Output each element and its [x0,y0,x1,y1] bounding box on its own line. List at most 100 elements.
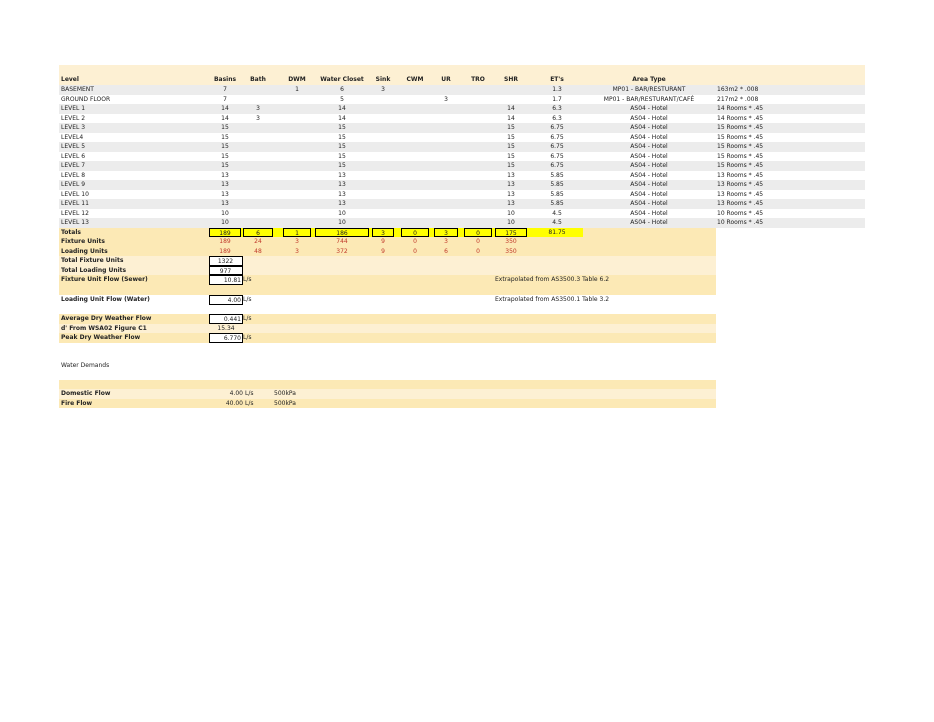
table-cell[interactable]: 10 Rooms * .45 [717,209,857,219]
column-header[interactable]: DWM [283,65,311,85]
table-cell[interactable] [283,171,311,181]
table-cell[interactable] [283,199,311,209]
summary-note[interactable]: Extrapolated from AS3500.3 Table 6.2 [495,275,715,295]
summary-label[interactable]: d' From WSA02 Figure C1 [61,324,206,334]
table-cell[interactable] [283,209,311,219]
summary-note[interactable]: Extrapolated from AS3500.1 Table 3.2 [495,295,715,314]
table-cell[interactable] [243,190,273,200]
table-cell[interactable] [464,190,492,200]
table-cell[interactable]: 13 [209,171,241,181]
column-header[interactable]: SHR [495,65,527,85]
table-cell[interactable]: 10 [315,218,369,228]
row-level[interactable]: LEVEL 10 [61,190,206,200]
row-label[interactable]: Fixture Units [61,237,206,247]
loading-unit-cell[interactable]: 9 [372,247,394,257]
table-cell[interactable]: 13 [495,171,527,181]
table-cell[interactable] [464,209,492,219]
table-cell[interactable]: 14 [315,104,369,114]
table-cell[interactable] [401,161,429,171]
row-level[interactable]: LEVEL 7 [61,161,206,171]
table-cell[interactable]: 5.85 [537,180,577,190]
fixture-unit-cell[interactable]: 0 [401,237,429,247]
table-cell[interactable] [283,142,311,152]
table-cell[interactable] [283,104,311,114]
summary-label[interactable]: Total Fixture Units [61,256,206,266]
table-cell[interactable] [464,171,492,181]
table-cell[interactable] [372,209,394,219]
table-cell[interactable]: 163m2 * .008 [717,85,857,95]
summary-value[interactable]: 6.770 [209,333,243,343]
column-header[interactable]: ET's [537,65,577,85]
table-cell[interactable]: 3 [243,114,273,124]
table-cell[interactable] [372,218,394,228]
column-header[interactable]: TRO [464,65,492,85]
table-cell[interactable]: 3 [243,104,273,114]
table-cell[interactable] [464,133,492,143]
table-cell[interactable]: 15 [315,123,369,133]
totals-cell[interactable]: 189 [209,227,241,237]
totals-label[interactable]: Totals [61,228,206,238]
fixture-unit-cell[interactable]: 3 [283,237,311,247]
table-cell[interactable]: 4.5 [537,218,577,228]
table-cell[interactable]: 6 [315,85,369,95]
row-level[interactable]: LEVEL 3 [61,123,206,133]
table-cell[interactable] [464,114,492,124]
table-cell[interactable] [372,123,394,133]
table-cell[interactable] [401,104,429,114]
table-cell[interactable]: 10 [495,218,527,228]
table-cell[interactable] [372,104,394,114]
demand-pressure[interactable]: 500kPa [274,389,314,399]
table-cell[interactable]: 13 Rooms * .45 [717,199,857,209]
column-header[interactable]: Sink [372,65,394,85]
row-level[interactable]: LEVEL4 [61,133,206,143]
table-cell[interactable] [243,209,273,219]
table-cell[interactable]: 13 [209,199,241,209]
summary-unit[interactable]: L/s [243,295,263,314]
table-cell[interactable] [464,161,492,171]
table-cell[interactable]: 5.85 [537,199,577,209]
table-cell[interactable]: 13 [495,199,527,209]
table-cell[interactable] [401,123,429,133]
table-cell[interactable] [401,85,429,95]
table-cell[interactable]: AS04 - Hotel [589,209,709,219]
table-cell[interactable]: 13 Rooms * .45 [717,180,857,190]
table-cell[interactable] [401,95,429,105]
table-cell[interactable] [372,180,394,190]
table-cell[interactable]: AS04 - Hotel [589,199,709,209]
column-header[interactable]: CWM [401,65,429,85]
table-cell[interactable]: 14 [209,114,241,124]
table-cell[interactable]: 13 [315,171,369,181]
table-cell[interactable]: 1.7 [537,95,577,105]
summary-value[interactable]: 15.34 [209,324,243,334]
table-cell[interactable] [464,199,492,209]
table-cell[interactable]: AS04 - Hotel [589,218,709,228]
table-cell[interactable] [434,209,458,219]
row-level[interactable]: GROUND FLOOR [61,95,206,105]
totals-cell[interactable]: 0 [464,227,492,237]
summary-label[interactable]: Peak Dry Weather Flow [61,333,206,343]
table-cell[interactable] [434,190,458,200]
fixture-unit-cell[interactable]: 9 [372,237,394,247]
table-cell[interactable] [283,180,311,190]
table-cell[interactable] [372,152,394,162]
row-level[interactable]: LEVEL 5 [61,142,206,152]
table-cell[interactable] [434,152,458,162]
table-cell[interactable] [401,199,429,209]
summary-unit[interactable]: L/s [243,333,263,343]
table-cell[interactable]: AS04 - Hotel [589,133,709,143]
row-level[interactable]: LEVEL 13 [61,218,206,228]
table-cell[interactable]: 15 [495,142,527,152]
table-cell[interactable] [283,218,311,228]
table-cell[interactable] [243,171,273,181]
loading-unit-cell[interactable]: 0 [464,247,492,257]
summary-value[interactable]: 977 [209,265,243,275]
table-cell[interactable]: 15 [495,133,527,143]
table-cell[interactable]: 10 [495,209,527,219]
loading-unit-cell[interactable]: 0 [401,247,429,257]
summary-label[interactable]: Fixture Unit Flow (Sewer) [61,275,206,295]
summary-label[interactable]: Loading Unit Flow (Water) [61,295,206,314]
table-cell[interactable]: 13 [209,190,241,200]
table-cell[interactable] [434,218,458,228]
row-level[interactable]: LEVEL 1 [61,104,206,114]
summary-unit[interactable]: L/s [243,275,263,295]
